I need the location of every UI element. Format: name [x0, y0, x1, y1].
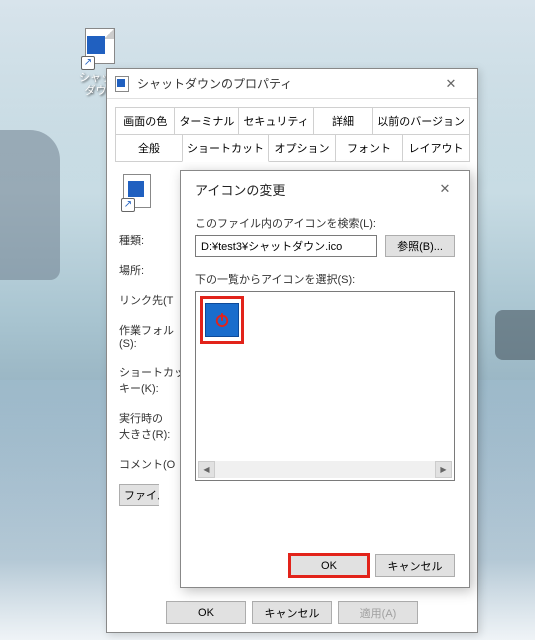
tab-layout[interactable]: レイアウト [402, 134, 470, 162]
power-icon [213, 311, 231, 329]
search-file-label: このファイル内のアイコンを検索(L): [195, 215, 455, 231]
icon-list[interactable]: ◀ ▶ [195, 291, 455, 481]
tabs-area: 画面の色 ターミナル セキュリティ 詳細 以前のバージョン 全般 ショートカット… [107, 99, 477, 162]
cancel-button[interactable]: キャンセル [375, 554, 455, 577]
shortcut-large-icon [123, 174, 159, 210]
tab-font[interactable]: フォント [335, 134, 403, 162]
change-icon-buttons: OK キャンセル [289, 554, 455, 577]
label-location: 場所: [119, 260, 144, 278]
icon-path-input[interactable] [195, 235, 377, 257]
apply-button[interactable]: 適用(A) [338, 601, 418, 624]
window-title: シャットダウンのプロパティ [137, 75, 431, 92]
label-comment: コメント(O [119, 454, 175, 472]
label-target: リンク先(T [119, 290, 173, 308]
scroll-right-icon[interactable]: ▶ [435, 461, 452, 478]
shortcut-icon [81, 28, 121, 68]
close-icon[interactable]: ✕ [429, 175, 461, 203]
ok-button[interactable]: OK [289, 554, 369, 577]
tab-details[interactable]: 詳細 [313, 107, 373, 135]
change-icon-dialog: アイコンの変更 ✕ このファイル内のアイコンを検索(L): 参照(B)... 下… [180, 170, 470, 588]
open-file-location-button[interactable]: ファイル [119, 484, 159, 506]
close-icon[interactable]: ✕ [431, 70, 471, 98]
properties-titlebar[interactable]: シャットダウンのプロパティ ✕ [107, 69, 477, 99]
tab-terminal[interactable]: ターミナル [174, 107, 239, 135]
label-run: 実行時の 大きさ(R): [119, 408, 170, 442]
window-icon [115, 76, 131, 92]
tab-general[interactable]: 全般 [115, 134, 183, 162]
icon-item-selected[interactable] [200, 296, 244, 344]
label-hotkey: ショートカッ キー(K): [119, 362, 185, 396]
tab-color[interactable]: 画面の色 [115, 107, 175, 135]
tab-options[interactable]: オプション [268, 134, 336, 162]
select-icon-label: 下の一覧からアイコンを選択(S): [195, 271, 455, 287]
change-icon-titlebar[interactable]: アイコンの変更 ✕ [181, 171, 469, 207]
tab-shortcut[interactable]: ショートカット [182, 134, 269, 162]
tab-prev-versions[interactable]: 以前のバージョン [372, 107, 470, 135]
label-type: 種類: [119, 230, 144, 248]
browse-button[interactable]: 参照(B)... [385, 235, 455, 257]
label-startin: 作業フォル (S): [119, 320, 174, 350]
properties-buttons: OK キャンセル 適用(A) [107, 601, 477, 624]
scroll-left-icon[interactable]: ◀ [198, 461, 215, 478]
cancel-button[interactable]: キャンセル [252, 601, 332, 624]
change-icon-title: アイコンの変更 [195, 180, 429, 199]
tab-security[interactable]: セキュリティ [238, 107, 313, 135]
horizontal-scrollbar[interactable]: ◀ ▶ [198, 461, 452, 478]
ok-button[interactable]: OK [166, 601, 246, 624]
